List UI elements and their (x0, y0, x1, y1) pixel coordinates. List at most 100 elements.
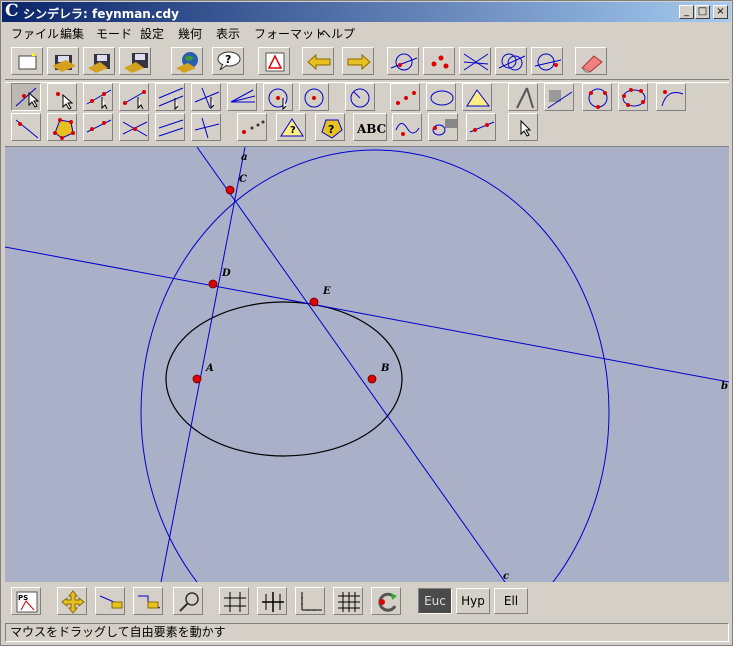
select-all-button[interactable] (531, 47, 563, 75)
label-D: D (221, 268, 231, 279)
info-polygon-button[interactable]: ? (315, 113, 345, 141)
close-button[interactable]: × (713, 5, 728, 19)
circle-by-radius-button[interactable] (299, 83, 329, 111)
disk-open-icon (52, 55, 76, 72)
plus-grid-icon (262, 592, 284, 612)
select-conics-button[interactable] (495, 47, 527, 75)
minimize-button[interactable]: _ (679, 5, 694, 19)
window-title: シンデレラ: feynman.cdy (23, 7, 179, 21)
line-through-button[interactable] (119, 113, 149, 141)
maximize-button[interactable]: □ (695, 5, 710, 19)
circle-center-icon (268, 88, 288, 111)
menu-bar: ファイル 編集 モード 設定 幾何 表示 フォーマット ヘルプ (2, 23, 731, 41)
perpendicular-line-button[interactable] (191, 83, 221, 111)
polar-button[interactable] (237, 113, 267, 141)
select-points-button[interactable] (423, 47, 455, 75)
menu-mode[interactable]: モード (96, 25, 132, 42)
compass-tool-button[interactable] (508, 83, 538, 111)
print-button[interactable] (258, 47, 290, 75)
select-pointer-button[interactable] (508, 113, 538, 141)
polygon-button[interactable] (47, 113, 77, 141)
polygon-mark: ? (328, 123, 334, 136)
points-icon (431, 55, 449, 69)
zoom-out-button[interactable] (133, 587, 163, 615)
line-by-two-points-button[interactable] (83, 83, 113, 111)
line-b[interactable] (5, 246, 729, 383)
add-point-button[interactable] (47, 83, 77, 111)
menu-file[interactable]: ファイル (11, 25, 59, 42)
ellipse-five-points-icon (622, 88, 646, 107)
select-all-circles-button[interactable] (387, 47, 419, 75)
segment-button[interactable] (119, 83, 149, 111)
save-as-button[interactable] (119, 47, 151, 75)
menu-geometry[interactable]: 幾何 (178, 25, 202, 42)
point-C[interactable] (225, 185, 235, 195)
menu-settings[interactable]: 設定 (140, 25, 164, 42)
elliptic-geometry-button[interactable]: Ell (494, 588, 528, 614)
title-bar[interactable]: C シンデレラ: feynman.cdy _ □ × (2, 2, 731, 22)
snap-grid-button[interactable] (219, 587, 249, 615)
animation-button[interactable] (428, 113, 458, 141)
perpendicular-lines-icon (194, 117, 220, 139)
square-grid-button[interactable] (333, 587, 363, 615)
line-c[interactable] (196, 147, 506, 582)
conic-five-points-button[interactable] (618, 83, 648, 111)
midpoint-button[interactable] (390, 83, 420, 111)
point-B[interactable] (367, 374, 377, 384)
menu-help[interactable]: ヘルプ (319, 25, 355, 42)
menu-format[interactable]: フォーマット (254, 25, 326, 42)
polygon-circle-button[interactable] (582, 83, 612, 111)
angle-bisector-button[interactable] (227, 83, 257, 111)
reflection-button[interactable] (544, 83, 574, 111)
text-button[interactable]: ABC (353, 113, 387, 141)
text-region-button[interactable]: ? (276, 113, 306, 141)
move-mode-button[interactable] (11, 83, 41, 111)
menu-edit[interactable]: 編集 (60, 25, 84, 42)
euclidean-geometry-button[interactable]: Euc (418, 588, 452, 614)
cinderella-app-icon: C (5, 1, 19, 21)
perpendicular-tool-button[interactable] (191, 113, 221, 141)
arc-button[interactable] (656, 83, 686, 111)
animation-icon (432, 119, 457, 136)
region-mark: ? (290, 125, 296, 136)
point-A[interactable] (192, 374, 202, 384)
locus-button[interactable] (11, 113, 41, 141)
menu-view[interactable]: 表示 (216, 25, 240, 42)
axes-icon (301, 592, 322, 611)
postscript-export-button[interactable]: PS (11, 587, 41, 615)
new-file-button[interactable] (11, 47, 43, 75)
export-web-button[interactable] (171, 47, 203, 75)
measure-angle-button[interactable] (462, 83, 492, 111)
circle-by-center-button[interactable] (263, 83, 293, 111)
zoom-in-button[interactable] (95, 587, 125, 615)
magnifier-button[interactable] (173, 587, 203, 615)
intersection-button[interactable] (83, 113, 113, 141)
geometry-drawing[interactable]: A B C D E a b c (5, 147, 729, 582)
open-file-button[interactable] (47, 47, 79, 75)
point-D[interactable] (208, 279, 218, 289)
grid-snap-icon (224, 592, 246, 612)
parallel-tool-button[interactable] (155, 113, 185, 141)
eraser-icon (581, 55, 603, 73)
save-file-button[interactable] (83, 47, 115, 75)
line-a[interactable] (160, 147, 246, 582)
conic-button[interactable] (426, 83, 456, 111)
hyperbolic-geometry-button[interactable]: Hyp (456, 588, 490, 614)
coordinate-grid-button[interactable] (257, 587, 287, 615)
drawing-canvas[interactable]: A B C D E a b c (5, 146, 729, 582)
eraser-button[interactable] (575, 47, 607, 75)
help-button[interactable]: ? (212, 47, 244, 75)
function-plot-button[interactable] (392, 113, 422, 141)
trace-button[interactable] (466, 113, 496, 141)
select-lines-button[interactable] (459, 47, 491, 75)
compass-button[interactable] (345, 83, 375, 111)
pan-view-button[interactable] (57, 587, 87, 615)
parallel-line-button[interactable] (155, 83, 185, 111)
segment-icon (123, 90, 146, 110)
point-E[interactable] (309, 297, 319, 307)
undo-button[interactable] (302, 47, 334, 75)
redo-button[interactable] (342, 47, 374, 75)
axes-button[interactable] (295, 587, 325, 615)
circle-points-icon (588, 88, 608, 109)
refresh-button[interactable] (371, 587, 401, 615)
